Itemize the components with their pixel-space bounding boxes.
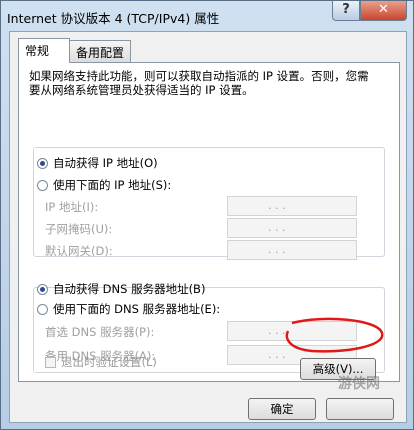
default-gateway-field[interactable]: . . . [227, 240, 357, 260]
dns-auto-label: 自动获得 DNS 服务器地址(B) [53, 282, 206, 296]
ip-dots: . . . [268, 199, 286, 212]
ip-address-field[interactable]: . . . [227, 196, 357, 216]
description-text: 如果网络支持此功能，则可以获取自动指派的 IP 设置。否则，您需要从网络系统管理… [29, 69, 369, 97]
checkbox-icon [45, 357, 56, 368]
preferred-dns-label: 首选 DNS 服务器(P): [45, 325, 155, 339]
validate-settings-label: 退出时验证设置(L) [61, 355, 157, 369]
dns-auto-option[interactable]: 自动获得 DNS 服务器地址(B) [37, 281, 205, 297]
ip-manual-label: 使用下面的 IP 地址(S): [53, 178, 172, 192]
radio-unselected-icon [37, 304, 48, 315]
ip-auto-label: 自动获得 IP 地址(O) [53, 156, 158, 170]
dns-manual-option[interactable]: 使用下面的 DNS 服务器地址(E): [37, 301, 220, 317]
radio-unselected-icon [37, 180, 48, 191]
preferred-dns-field[interactable]: . . . [227, 321, 357, 341]
default-gateway-label: 默认网关(D): [45, 244, 113, 258]
tab-alternate-config[interactable]: 备用配置 [69, 40, 131, 62]
ip-dots: . . . [268, 221, 286, 234]
watermark-logo: 游侠网 [338, 376, 380, 392]
tab-general[interactable]: 常规 [18, 38, 70, 63]
help-button[interactable]: ? [332, 1, 360, 21]
ip-dots: . . . [268, 348, 286, 361]
subnet-mask-label: 子网掩码(U): [45, 222, 113, 236]
ip-auto-option[interactable]: 自动获得 IP 地址(O) [37, 155, 158, 171]
radio-selected-icon [37, 284, 48, 295]
validate-settings-option[interactable]: 退出时验证设置(L) [45, 354, 157, 370]
ip-dots: . . . [268, 324, 286, 337]
title-bar: Internet 协议版本 4 (TCP/IPv4) 属性 ? ✕ [1, 1, 414, 31]
ip-manual-option[interactable]: 使用下面的 IP 地址(S): [37, 177, 171, 193]
radio-selected-icon [37, 158, 48, 169]
dns-manual-label: 使用下面的 DNS 服务器地址(E): [53, 302, 221, 316]
dialog-window: Internet 协议版本 4 (TCP/IPv4) 属性 ? ✕ 常规 备用配… [0, 0, 414, 430]
ok-button[interactable]: 确定 [248, 398, 316, 420]
general-panel: 如果网络支持此功能，则可以获取自动指派的 IP 设置。否则，您需要从网络系统管理… [18, 62, 400, 382]
subnet-mask-field[interactable]: . . . [227, 218, 357, 238]
dialog-body: 常规 备用配置 如果网络支持此功能，则可以获取自动指派的 IP 设置。否则，您需… [9, 31, 407, 423]
close-button[interactable]: ✕ [360, 1, 407, 21]
ip-dots: . . . [268, 243, 286, 256]
window-title: Internet 协议版本 4 (TCP/IPv4) 属性 [7, 11, 220, 26]
cancel-button[interactable] [326, 398, 394, 420]
ip-address-label: IP 地址(I): [45, 200, 99, 214]
